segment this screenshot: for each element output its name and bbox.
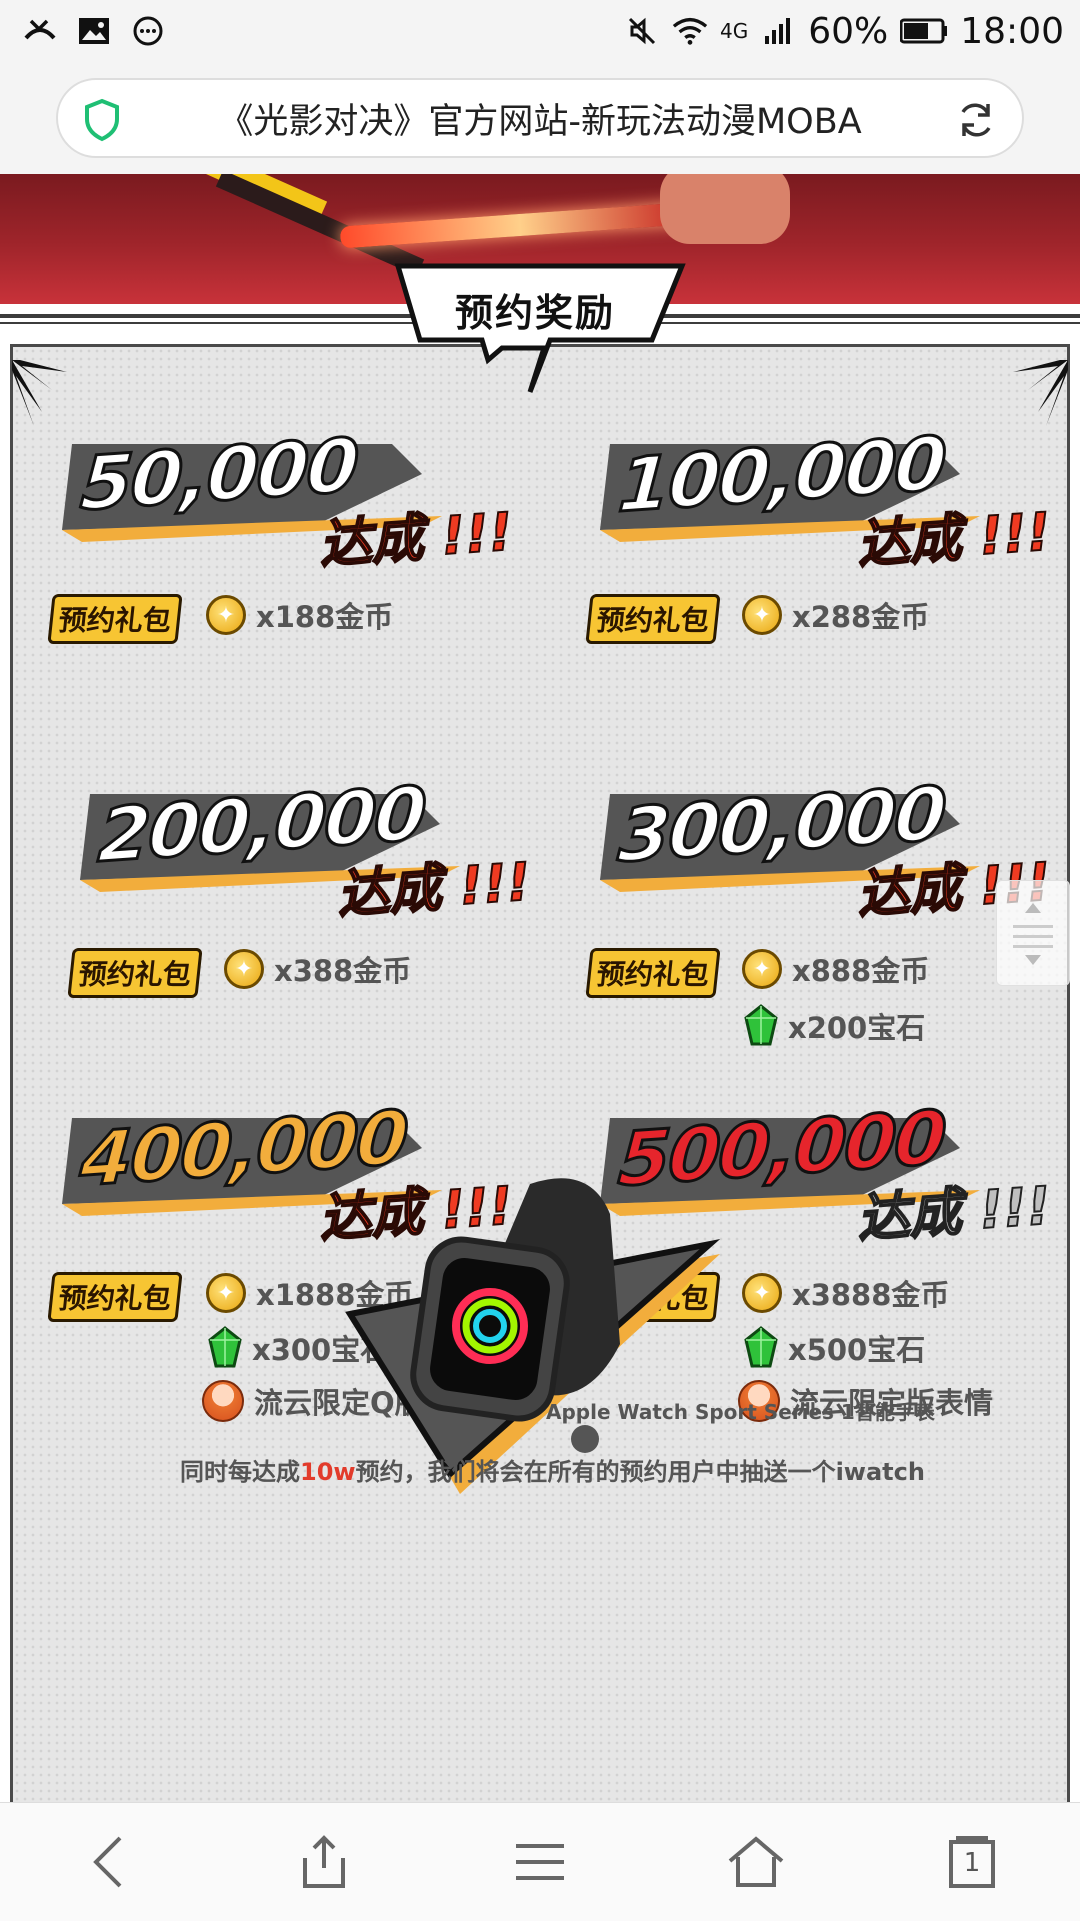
note-prefix: 同时每达成 — [180, 1458, 300, 1486]
coin-icon: ✦ — [206, 595, 246, 635]
reward-item: ✦ x188金币 — [206, 594, 393, 636]
browser-navbar: 1 — [0, 1802, 1080, 1921]
gift-label: 预约礼包 — [47, 594, 183, 644]
reward-item: ✦ x288金币 — [742, 594, 929, 636]
reward-text: x3888金币 — [792, 1278, 950, 1312]
menu-button[interactable] — [500, 1822, 580, 1902]
tabs-count: 1 — [963, 1848, 981, 1878]
reward-text: x888金币 — [792, 954, 930, 988]
wifi-icon — [672, 13, 708, 49]
reward-text: x188金币 — [256, 600, 394, 634]
tier-achieved: 达成 !!! — [334, 851, 533, 926]
tier-achieved: 达成 !!! — [316, 501, 515, 576]
reward-text: x500宝石 — [788, 1333, 926, 1367]
home-button[interactable] — [716, 1822, 796, 1902]
gift-label: 预约礼包 — [47, 1272, 183, 1322]
browser-toolbar: 《光影对决》官方网站-新玩法动漫MOBA — [0, 62, 1080, 174]
image-notification-icon — [76, 13, 112, 49]
coin-icon: ✦ — [742, 595, 782, 635]
note-suffix: 预约，我们将会在所有的预约用户中抽送一个iwatch — [355, 1458, 925, 1486]
gift-label: 预约礼包 — [585, 594, 721, 644]
page-title[interactable]: 《光影对决》官方网站-新玩法动漫MOBA — [58, 80, 1022, 156]
share-button[interactable] — [284, 1822, 364, 1902]
gift-label: 预约礼包 — [585, 948, 721, 998]
section-title: 预约奖励 — [454, 290, 615, 335]
missed-call-icon — [22, 13, 58, 49]
reward-item: x500宝石 — [744, 1326, 925, 1370]
reward-item: x200宝石 — [744, 1004, 925, 1048]
chat-notification-icon — [130, 13, 166, 49]
gem-icon — [744, 1004, 778, 1046]
coin-icon: ✦ — [224, 949, 264, 989]
share-icon — [303, 1835, 345, 1888]
reward-item: ✦ x388金币 — [224, 948, 411, 990]
coin-icon: ✦ — [206, 1273, 246, 1313]
reward-text: x200宝石 — [788, 1011, 926, 1045]
back-button[interactable] — [68, 1822, 148, 1902]
status-bar: 4G 60% 18:00 — [0, 0, 1080, 62]
refresh-icon[interactable] — [954, 98, 998, 146]
scroll-to-top-button[interactable] — [996, 880, 1070, 986]
battery-icon — [900, 13, 948, 49]
prize-note: 同时每达成10w预约，我们将会在所有的预约用户中抽送一个iwatch — [180, 1452, 925, 1487]
battery-percent: 60% — [808, 10, 889, 52]
menu-icon — [516, 1844, 564, 1880]
mute-icon — [624, 13, 660, 49]
prize-caption: Apple Watch Sport Series 1智能手表 — [546, 1400, 935, 1424]
avatar-icon — [202, 1380, 244, 1422]
tier-achieved: 达成 !!! — [854, 501, 1053, 576]
web-content: 预约奖励 50,000 达成 !!! 预约礼包 ✦ x188金币 100,000 … — [0, 174, 1080, 1802]
tabs-button[interactable]: 1 — [932, 1822, 1012, 1902]
reward-item: ✦ x3888金币 — [742, 1272, 949, 1314]
reward-text: x388金币 — [274, 954, 412, 988]
tier-achieved: 达成 !!! — [854, 1175, 1053, 1250]
reward-item: ✦ x888金币 — [742, 948, 929, 990]
reward-text: x288金币 — [792, 600, 930, 634]
network-type: 4G — [720, 19, 749, 43]
signal-icon — [760, 13, 796, 49]
home-icon — [728, 1836, 784, 1887]
gem-icon — [208, 1326, 242, 1368]
gift-label: 预约礼包 — [67, 948, 203, 998]
back-arrow-icon — [93, 1836, 122, 1888]
coin-icon: ✦ — [742, 949, 782, 989]
note-highlight: 10w — [300, 1458, 356, 1486]
address-bar[interactable]: 《光影对决》官方网站-新玩法动漫MOBA — [56, 78, 1024, 158]
clock: 18:00 — [960, 10, 1064, 52]
